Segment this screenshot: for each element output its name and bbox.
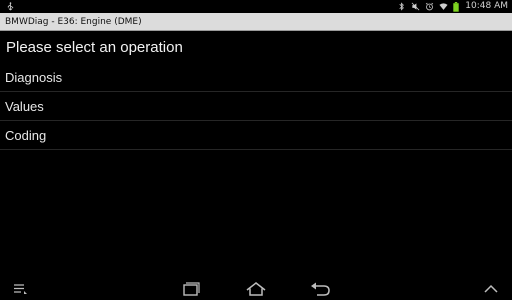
operation-item-diagnosis[interactable]: Diagnosis bbox=[0, 63, 512, 92]
status-bar: 10:48 AM bbox=[0, 0, 512, 13]
menu-icon bbox=[14, 284, 27, 294]
home-icon bbox=[246, 282, 266, 296]
back-button[interactable] bbox=[308, 279, 332, 299]
recent-apps-button[interactable] bbox=[178, 279, 202, 299]
usb-icon bbox=[7, 2, 14, 11]
bluetooth-icon bbox=[399, 2, 405, 11]
app-title-bar: BMWDiag - E36: Engine (DME) bbox=[0, 13, 512, 31]
menu-button[interactable] bbox=[10, 279, 30, 299]
operation-item-coding[interactable]: Coding bbox=[0, 121, 512, 150]
app-title: BMWDiag - E36: Engine (DME) bbox=[5, 16, 142, 27]
wifi-icon bbox=[439, 3, 448, 10]
recent-apps-icon bbox=[183, 282, 200, 296]
operation-item-values[interactable]: Values bbox=[0, 92, 512, 121]
home-button[interactable] bbox=[244, 279, 268, 299]
mute-icon bbox=[411, 2, 420, 11]
system-nav-bar bbox=[0, 277, 512, 300]
expand-up-icon bbox=[484, 284, 498, 293]
battery-icon bbox=[453, 1, 459, 12]
expand-button[interactable] bbox=[481, 279, 501, 299]
back-icon bbox=[311, 282, 330, 296]
status-time: 10:48 AM bbox=[465, 1, 508, 11]
page-title: Please select an operation bbox=[6, 39, 183, 56]
alarm-icon bbox=[426, 2, 434, 11]
operation-list: Diagnosis Values Coding bbox=[0, 63, 512, 150]
